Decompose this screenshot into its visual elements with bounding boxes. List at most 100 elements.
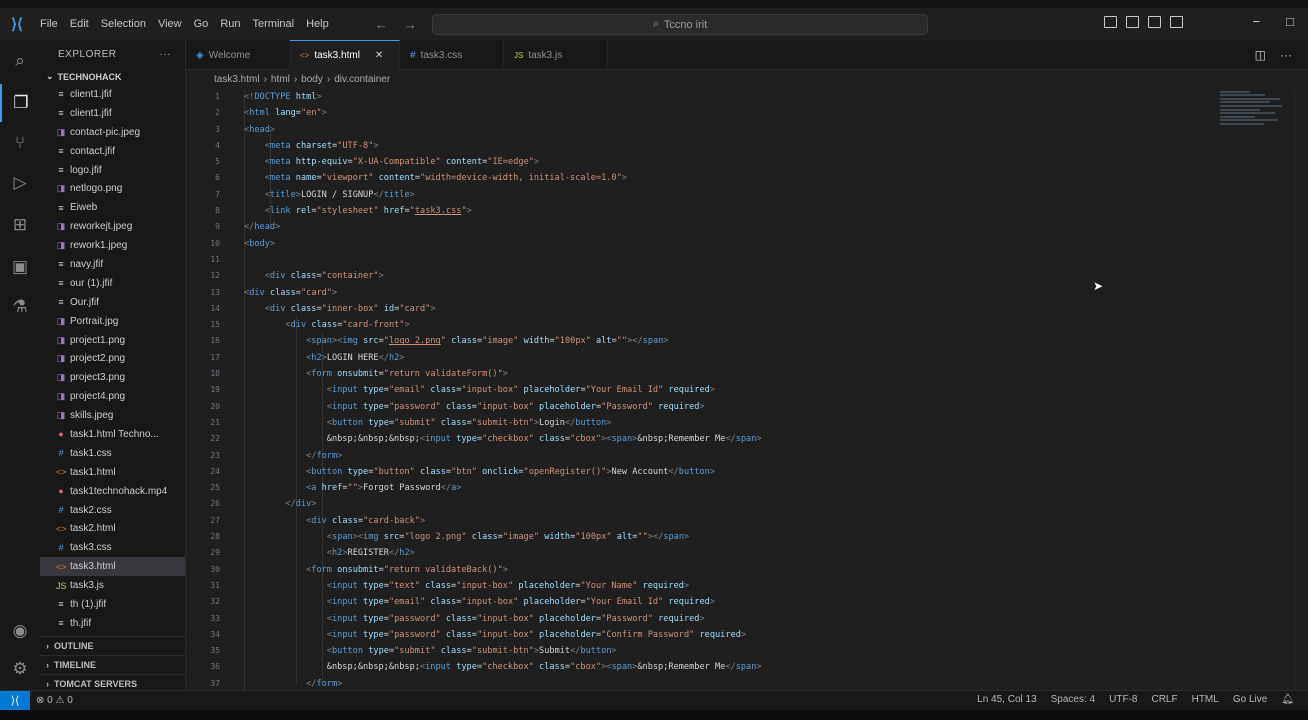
file-item[interactable]: ≡ logo.jfif [40,161,185,180]
file-item[interactable]: ◨ project1.png [40,331,185,350]
run-debug-icon[interactable]: ▷ [0,164,40,202]
chevron-right-icon: › [46,641,49,651]
section-timeline[interactable]: › TIMELINE [40,655,185,674]
language-mode[interactable]: HTML [1192,694,1219,705]
file-type-icon: ≡ [58,278,64,289]
notifications-bell-icon[interactable]: 🔔︎ [1281,694,1294,705]
indentation[interactable]: Spaces: 4 [1051,694,1095,705]
file-item[interactable]: <> task3.html [40,557,185,577]
cursor-position[interactable]: Ln 45, Col 13 [977,694,1037,705]
forward-arrow-icon[interactable]: → [404,17,417,32]
vertical-scrollbar[interactable] [1294,89,1308,690]
tab-task3-js[interactable]: JS task3.js [504,40,608,70]
menu-item-view[interactable]: View [152,18,188,30]
toggle-primary-sidebar-icon[interactable] [1104,16,1117,28]
section-label: TIMELINE [54,660,96,670]
menu-item-file[interactable]: File [34,18,64,30]
menu-item-run[interactable]: Run [214,18,246,30]
file-item[interactable]: ≡ contact.jfif [40,142,185,161]
customize-layout-icon[interactable] [1170,16,1183,28]
breadcrumb-item[interactable]: html [271,74,290,85]
file-item[interactable]: JS task3.js [40,576,185,595]
file-item[interactable]: ≡ navy.jfif [40,255,185,274]
file-item[interactable]: ● task1.html Techno... [40,425,185,444]
testing-icon[interactable]: ⚗ [0,288,40,326]
line-number: 29 [210,548,220,558]
breadcrumb-item[interactable]: task3.html [214,74,260,85]
menu-item-selection[interactable]: Selection [95,18,152,30]
go-live-button[interactable]: Go Live [1233,694,1267,705]
settings-gear-icon[interactable]: ⚙ [0,650,40,688]
file-item[interactable]: ◨ rework1.jpeg [40,236,185,255]
maximize-icon[interactable]: □ [1286,14,1294,29]
search-icon[interactable]: ⌕ [0,42,40,80]
file-type-icon: ◨ [56,183,66,194]
file-item[interactable]: # task1.css [40,444,185,463]
toggle-panel-icon[interactable] [1126,16,1139,28]
account-icon[interactable]: ◉ [0,612,40,650]
file-item[interactable]: # task3.css [40,538,185,557]
files-icon[interactable]: ❐ [0,84,40,122]
file-item[interactable]: ≡ client1.jfif [40,104,185,123]
breadcrumb-item[interactable]: div.container [334,74,390,85]
tab-task3-css[interactable]: # task3.css [400,40,504,70]
file-item[interactable]: ◨ project4.png [40,387,185,406]
close-icon[interactable]: ✕ [375,50,383,61]
toggle-secondary-sidebar-icon[interactable] [1148,16,1161,28]
file-item[interactable]: ≡ Our.jfif [40,293,185,312]
file-item[interactable]: ≡ th (1).jfif [40,595,185,614]
file-item[interactable]: ≡ th.jfif [40,614,185,633]
remote-explorer-icon[interactable]: ▣ [0,248,40,286]
file-item[interactable]: ≡ our (1).jfif [40,274,185,293]
line-number: 34 [210,629,220,639]
tab-task3-html[interactable]: <> task3.html ✕ [290,40,400,70]
code-editor[interactable]: 1 2 3 4 5 6 7 8 9 10 11 12 13 14 15 16 17 18 19 20 21 22 23 24 2… [186,89,1308,690]
file-item[interactable]: ● task1technohack.mp4 [40,482,185,501]
more-actions-icon[interactable]: ··· [160,49,172,60]
file-item[interactable]: ≡ client1.jfif [40,85,185,104]
file-item[interactable]: ◨ project3.png [40,368,185,387]
command-center[interactable]: ⌕ Tccno irit [432,14,928,35]
file-type-icon: ≡ [58,599,64,610]
more-actions-icon[interactable]: ··· [1280,48,1292,62]
source-control-icon[interactable]: ⑂ [0,124,40,162]
menu-item-edit[interactable]: Edit [64,18,95,30]
extensions-icon[interactable]: ⊞ [0,206,40,244]
minimize-icon[interactable]: − [1253,14,1261,29]
file-item[interactable]: ◨ reworkejt.jpeg [40,217,185,236]
file-item[interactable]: ◨ contact-pic.jpeg [40,123,185,142]
file-item[interactable]: ◨ project2.png [40,349,185,368]
section-tomcat-servers[interactable]: › TOMCAT SERVERS [40,674,185,690]
split-editor-icon[interactable]: ◫ [1255,48,1266,62]
top-strip [0,0,1308,8]
back-arrow-icon[interactable]: ← [375,17,388,32]
folder-name: TECHNOHACK [57,71,122,82]
menu-item-go[interactable]: Go [188,18,215,30]
minimap-line [1220,112,1275,115]
folder-header[interactable]: ⌄ TECHNOHACK [40,68,185,85]
file-item[interactable]: ◨ netlogo.png [40,179,185,198]
file-list: ≡ client1.jfif ≡ client1.jfif ◨ contact-pic.j… [40,85,185,633]
file-item[interactable]: # task2.css [40,501,185,520]
end-of-line[interactable]: CRLF [1151,694,1177,705]
remote-indicator-icon[interactable]: ⟩⟨ [0,690,30,711]
file-item[interactable]: <> task1.html [40,463,185,482]
section-outline[interactable]: › OUTLINE [40,636,185,655]
line-number: 2 [215,108,220,118]
file-name: Eiweb [70,202,98,214]
breadcrumb-item[interactable]: body [301,74,323,85]
problems-count[interactable]: ⊗ 0 ⚠ 0 [36,695,73,706]
tab-welcome[interactable]: ◈ Welcome [186,40,290,70]
encoding[interactable]: UTF-8 [1109,694,1137,705]
file-item[interactable]: ◨ skills.jpeg [40,406,185,425]
file-item[interactable]: ≡ Eiweb [40,198,185,217]
file-item[interactable]: ◨ Portrait.jpg [40,312,185,331]
menu-item-terminal[interactable]: Terminal [247,18,301,30]
file-item[interactable]: <> task2.html [40,519,185,538]
line-number: 13 [210,287,220,297]
line-number: 22 [210,434,220,444]
minimap[interactable] [1220,89,1286,149]
tab-label: task3.js [528,49,563,61]
file-type-icon: ≡ [58,146,64,157]
menu-item-help[interactable]: Help [300,18,335,30]
